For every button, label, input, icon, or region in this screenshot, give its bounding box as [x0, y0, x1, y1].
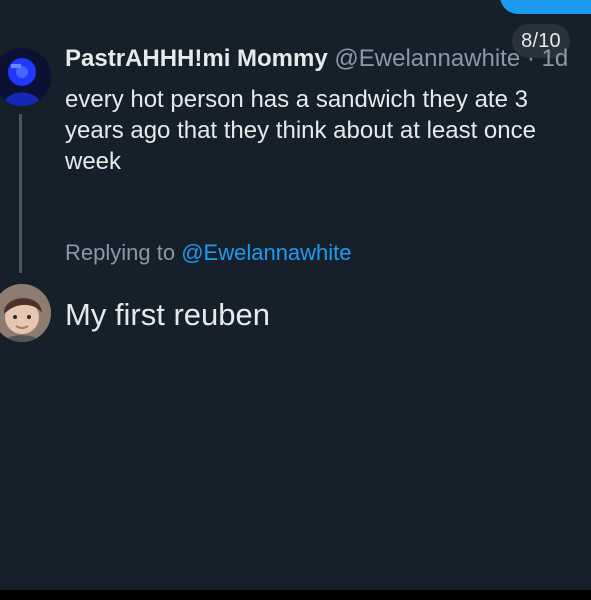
replying-prefix: Replying to	[65, 240, 176, 265]
tweet-thread-screen: 8/10 PastrAHHH!mi Mommy @Ewelannawhite ·…	[0, 0, 591, 600]
metadata-separator: ·	[526, 45, 535, 72]
replying-handle-link[interactable]: @Ewelannawhite	[181, 240, 351, 265]
author-handle[interactable]: @Ewelannawhite	[334, 45, 520, 72]
author-display-name[interactable]: PastrAHHH!mi Mommy	[65, 45, 328, 72]
original-tweet-text: every hot person has a sandwich they ate…	[65, 86, 536, 175]
replying-to-line: Replying to @Ewelannawhite	[65, 239, 352, 267]
reply-author-avatar[interactable]	[0, 284, 51, 342]
thread-connector-line	[19, 114, 22, 273]
tweet-header: PastrAHHH!mi Mommy @Ewelannawhite · 1d	[65, 44, 568, 74]
avatar-icon	[0, 48, 51, 106]
reply-text: My first reuben	[65, 297, 271, 332]
avatar-icon	[0, 284, 51, 342]
reply-button[interactable]	[500, 0, 591, 14]
tweet-time[interactable]: 1d	[542, 45, 569, 72]
bottom-edge	[0, 590, 591, 600]
original-author-avatar[interactable]	[0, 48, 51, 106]
